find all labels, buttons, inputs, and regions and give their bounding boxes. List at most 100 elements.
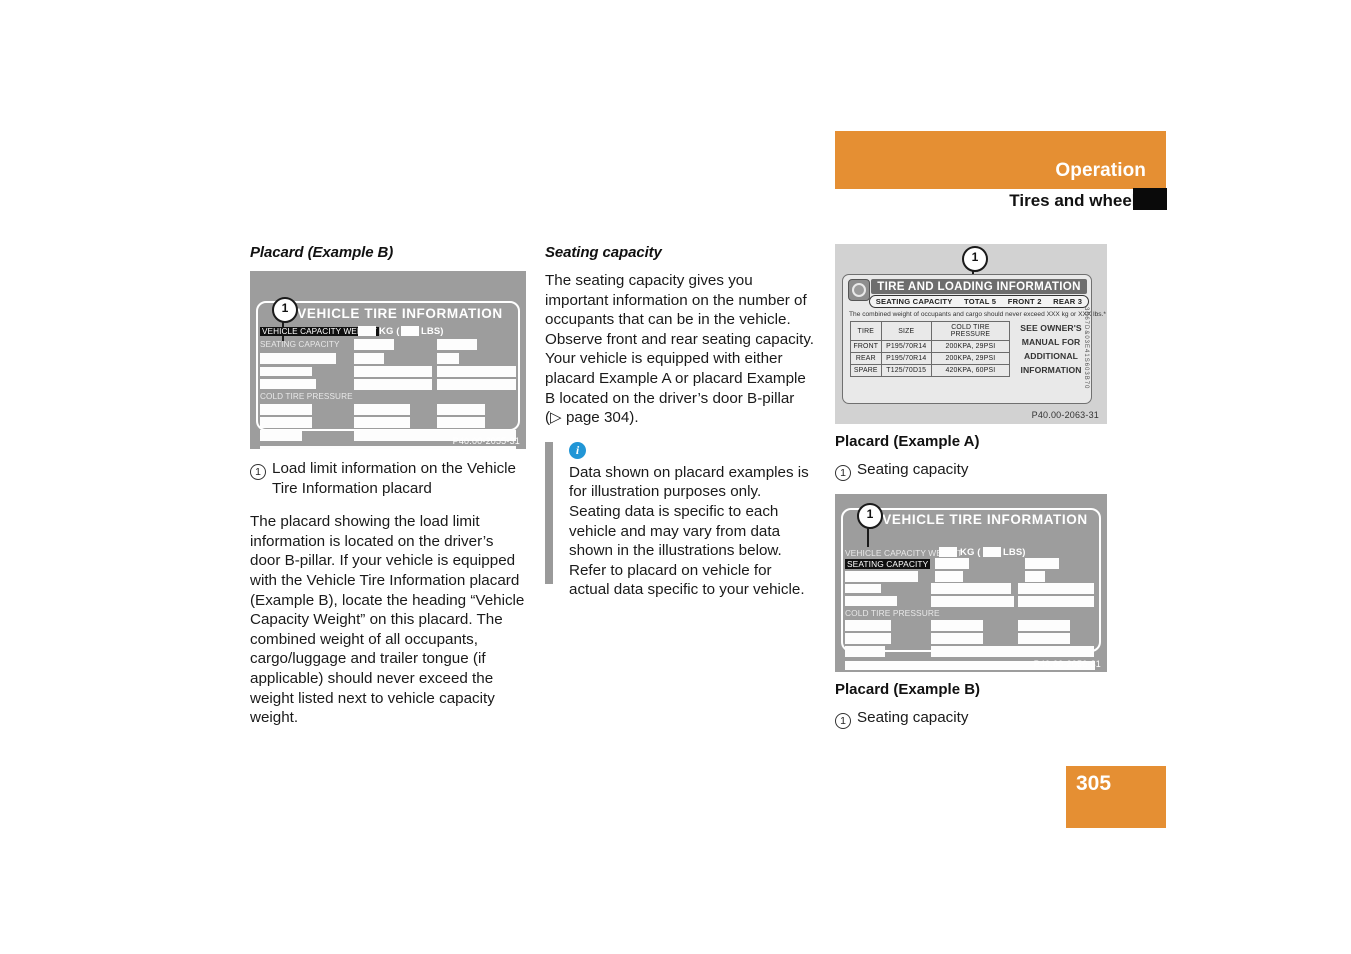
caption-text: Seating capacity <box>857 708 969 726</box>
field-box <box>931 595 1014 607</box>
figure-caption-left: 1 Load limit information on the Vehicle … <box>250 459 526 498</box>
placard-a-caption: 1 Seating capacity <box>835 460 1107 482</box>
field-box <box>354 417 410 428</box>
wheel-icon <box>848 279 870 301</box>
page-number-box: 305 <box>1066 766 1166 828</box>
field-box <box>437 339 477 350</box>
page-title: Operation <box>1055 160 1146 181</box>
caption-text: Load limit information on the Vehicle Ti… <box>272 460 516 497</box>
field-box <box>1018 619 1070 631</box>
field-box <box>437 353 459 364</box>
label-cold-tire-pressure: COLD TIRE PRESSURE <box>260 392 353 401</box>
table-row: REAR P195/70R14 200KPA, 29PSI <box>850 352 1011 365</box>
circled-number: 1 <box>835 712 851 729</box>
field-box <box>1025 557 1059 569</box>
caption-text: Seating capacity <box>857 461 969 478</box>
placard-title: VEHICLE TIRE INFORMATION <box>882 511 1088 527</box>
field-box <box>1018 595 1094 607</box>
figure-code: P40.00-2056-31 <box>1033 658 1101 669</box>
table-header-tire: TIRE <box>850 321 882 341</box>
field-box <box>845 632 891 644</box>
tire-pressure-table: TIRE SIZE COLD TIRE PRESSURE FRONT P195/… <box>850 321 1011 377</box>
field-box <box>845 595 897 606</box>
field-box <box>260 367 312 376</box>
label-cold-tire-pressure: COLD TIRE PRESSURE <box>845 607 940 618</box>
right-column: 1 TIRE AND LOADING INFORMATION SEATING C… <box>835 244 1107 729</box>
placard-b-caption-heading: Placard (Example B) <box>835 680 981 698</box>
field-box <box>931 645 1094 657</box>
field-box <box>260 417 312 428</box>
placard-b-caption: 1 Seating capacity <box>835 708 1107 730</box>
left-column-heading: Placard (Example B) <box>250 244 394 261</box>
placard-a-title: TIRE AND LOADING INFORMATION <box>871 279 1087 294</box>
section-title: Tires and wheels <box>1009 191 1146 210</box>
left-column-body: The placard showing the load limit infor… <box>250 513 525 727</box>
seating-rear: REAR 3 <box>1053 297 1083 306</box>
table-row: SPARE T125/70D15 420KPA, 60PSI <box>850 364 1011 377</box>
field-box <box>845 570 918 582</box>
figure-code: P40.00-2055-31 <box>452 436 520 446</box>
circled-number: 1 <box>250 464 266 480</box>
field-box <box>983 546 1001 557</box>
callout-marker-1: 1 <box>857 502 883 529</box>
cell-axle: FRONT <box>850 340 882 353</box>
cell-size: T125/70D15 <box>880 364 932 377</box>
info-note-box: i Data shown on placard examples is for … <box>545 441 815 600</box>
seating-front: FRONT 2 <box>1007 297 1042 306</box>
field-box <box>1025 570 1045 582</box>
field-box <box>935 570 963 582</box>
chapter-marker <box>1133 188 1167 210</box>
table-header-pressure: COLD TIRE PRESSURE <box>930 321 1011 341</box>
field-box <box>260 353 336 364</box>
callout-marker-1: 1 <box>272 297 298 323</box>
middle-column-heading: Seating capacity <box>545 244 662 261</box>
figure-placard-example-b-right: VEHICLE TIRE INFORMATION 1 VEHICLE CAPAC… <box>835 493 1107 672</box>
label-kg: KG ( <box>379 326 400 337</box>
info-note-bar <box>545 441 553 584</box>
field-box <box>845 583 881 593</box>
cell-axle: SPARE <box>850 364 882 377</box>
field-box <box>354 339 394 350</box>
field-box <box>260 430 302 441</box>
placard-side-code: 3B67D&03E41S603B70 <box>1083 307 1089 390</box>
table-row: FRONT P195/70R14 200KPA, 29PSI <box>850 340 1011 353</box>
field-box <box>354 404 410 415</box>
label-lbs: LBS) <box>1003 546 1026 558</box>
label-lbs: LBS) <box>421 326 444 337</box>
field-box <box>931 632 983 644</box>
placard-title: VEHICLE TIRE INFORMATION <box>297 306 503 321</box>
label-seating-capacity: SEATING CAPACITY <box>260 340 340 349</box>
page-number: 305 <box>1076 772 1112 795</box>
field-box <box>935 557 969 569</box>
cell-pressure: 200KPA, 29PSI <box>930 340 1011 353</box>
placard-a-note: The combined weight of occupants and car… <box>849 311 1106 318</box>
field-box <box>354 379 432 390</box>
owners-manual-note: SEE OWNER'S MANUAL FOR ADDITIONAL INFORM… <box>1020 323 1082 375</box>
field-box <box>437 366 516 377</box>
field-box <box>939 546 957 557</box>
left-column: Placard (Example B) VEHICLE TIRE INFORMA… <box>250 244 526 728</box>
field-box <box>358 326 376 336</box>
figure-code: P40.00-2063-31 <box>1031 410 1099 420</box>
field-box <box>1018 632 1070 644</box>
header-accent-band: Operation <box>835 131 1166 189</box>
table-header-row: TIRE SIZE COLD TIRE PRESSURE <box>850 321 1011 341</box>
cell-size: P195/70R14 <box>880 340 932 353</box>
placard-image: VEHICLE TIRE INFORMATION 1 VEHICLE CAPAC… <box>250 271 526 449</box>
caption-number: 1 <box>835 710 851 730</box>
placard-b-image: VEHICLE TIRE INFORMATION 1 VEHICLE CAPAC… <box>835 493 1107 672</box>
field-box <box>845 645 885 657</box>
placard-a-image: 1 TIRE AND LOADING INFORMATION SEATING C… <box>835 244 1107 424</box>
field-box <box>354 366 432 377</box>
middle-column-body: The seating capacity gives you important… <box>545 272 815 427</box>
placard-a-body: TIRE AND LOADING INFORMATION SEATING CAP… <box>842 274 1106 404</box>
info-icon: i <box>569 441 586 459</box>
field-box <box>354 353 384 364</box>
seating-total: TOTAL 5 <box>964 297 997 306</box>
cell-pressure: 200KPA, 29PSI <box>930 352 1011 365</box>
field-box <box>931 582 1011 594</box>
field-box <box>931 619 983 631</box>
label-kg: KG ( <box>960 546 981 558</box>
figure-placard-example-b-left: VEHICLE TIRE INFORMATION 1 VEHICLE CAPAC… <box>250 271 526 449</box>
placard-a-caption-heading: Placard (Example A) <box>835 433 980 450</box>
